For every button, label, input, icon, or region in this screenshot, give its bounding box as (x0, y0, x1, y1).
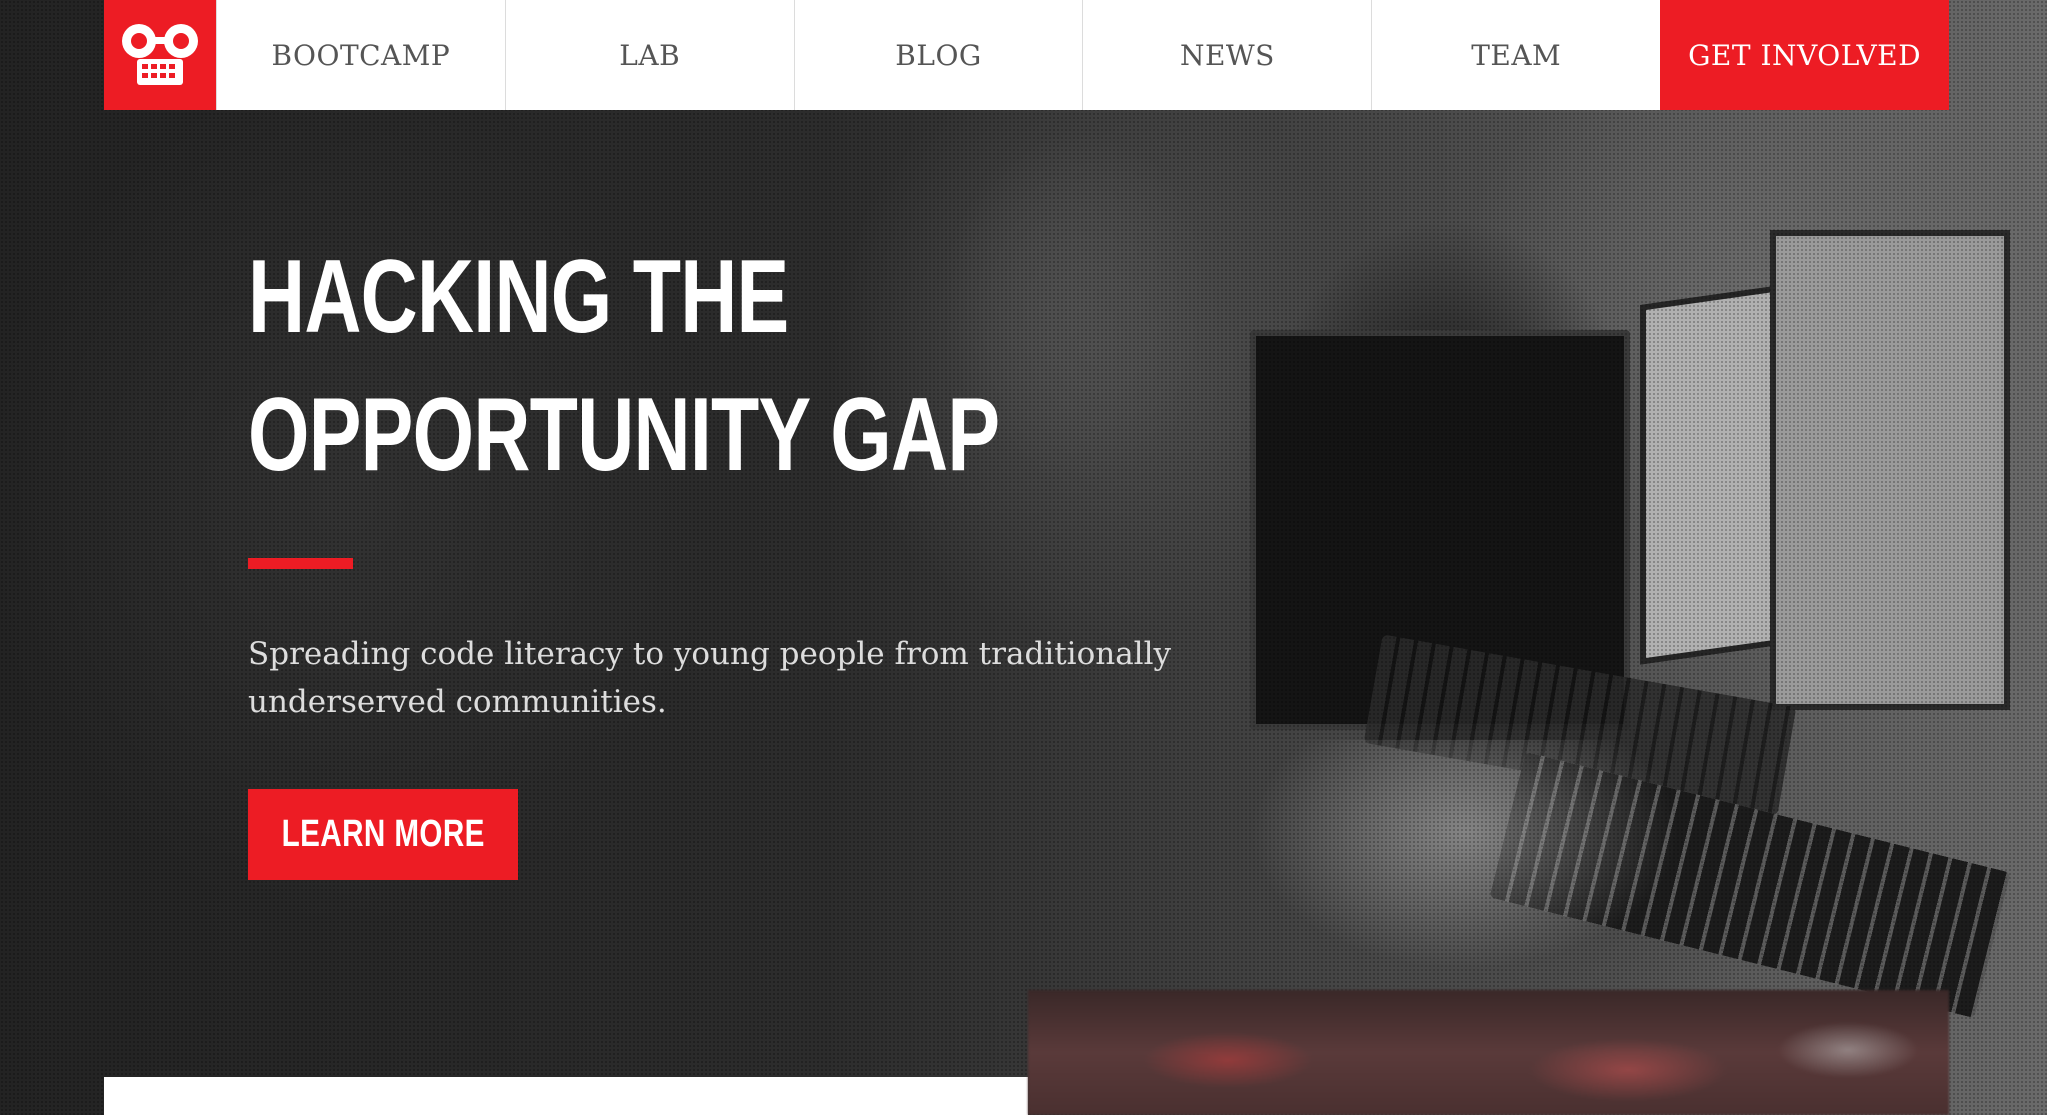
hero-title: HACKING THE OPPORTUNITY GAP (248, 228, 1000, 504)
nav-team[interactable]: TEAM (1371, 0, 1661, 110)
nav-blog[interactable]: BLOG (793, 0, 1083, 110)
nav-bootcamp[interactable]: BOOTCAMP (215, 0, 505, 110)
learn-more-label: LEARN MORE (281, 813, 485, 855)
hero-title-line-2: OPPORTUNITY GAP (248, 377, 1000, 493)
hero-subtitle: Spreading code literacy to young people … (248, 630, 1198, 726)
hero-subtitle-line-2: underserved communities. (248, 684, 667, 720)
get-involved-button[interactable]: GET INVOLVED (1660, 0, 1949, 110)
hero-subtitle-line-1: Spreading code literacy to young people … (248, 636, 1172, 672)
main-navbar: BOOTCAMP LAB BLOG NEWS TEAM GET INVOLVED (104, 0, 1949, 110)
home-logo-link[interactable] (104, 0, 216, 110)
hero-title-line-1: HACKING THE (248, 239, 789, 355)
learn-more-button[interactable]: LEARN MORE (248, 789, 518, 880)
robot-icon (121, 24, 198, 85)
content-card-image (1028, 990, 1949, 1115)
nav-news[interactable]: NEWS (1082, 0, 1372, 110)
hero-accent-rule (248, 558, 353, 569)
nav-lab[interactable]: LAB (504, 0, 794, 110)
content-card-white (104, 1077, 1028, 1115)
